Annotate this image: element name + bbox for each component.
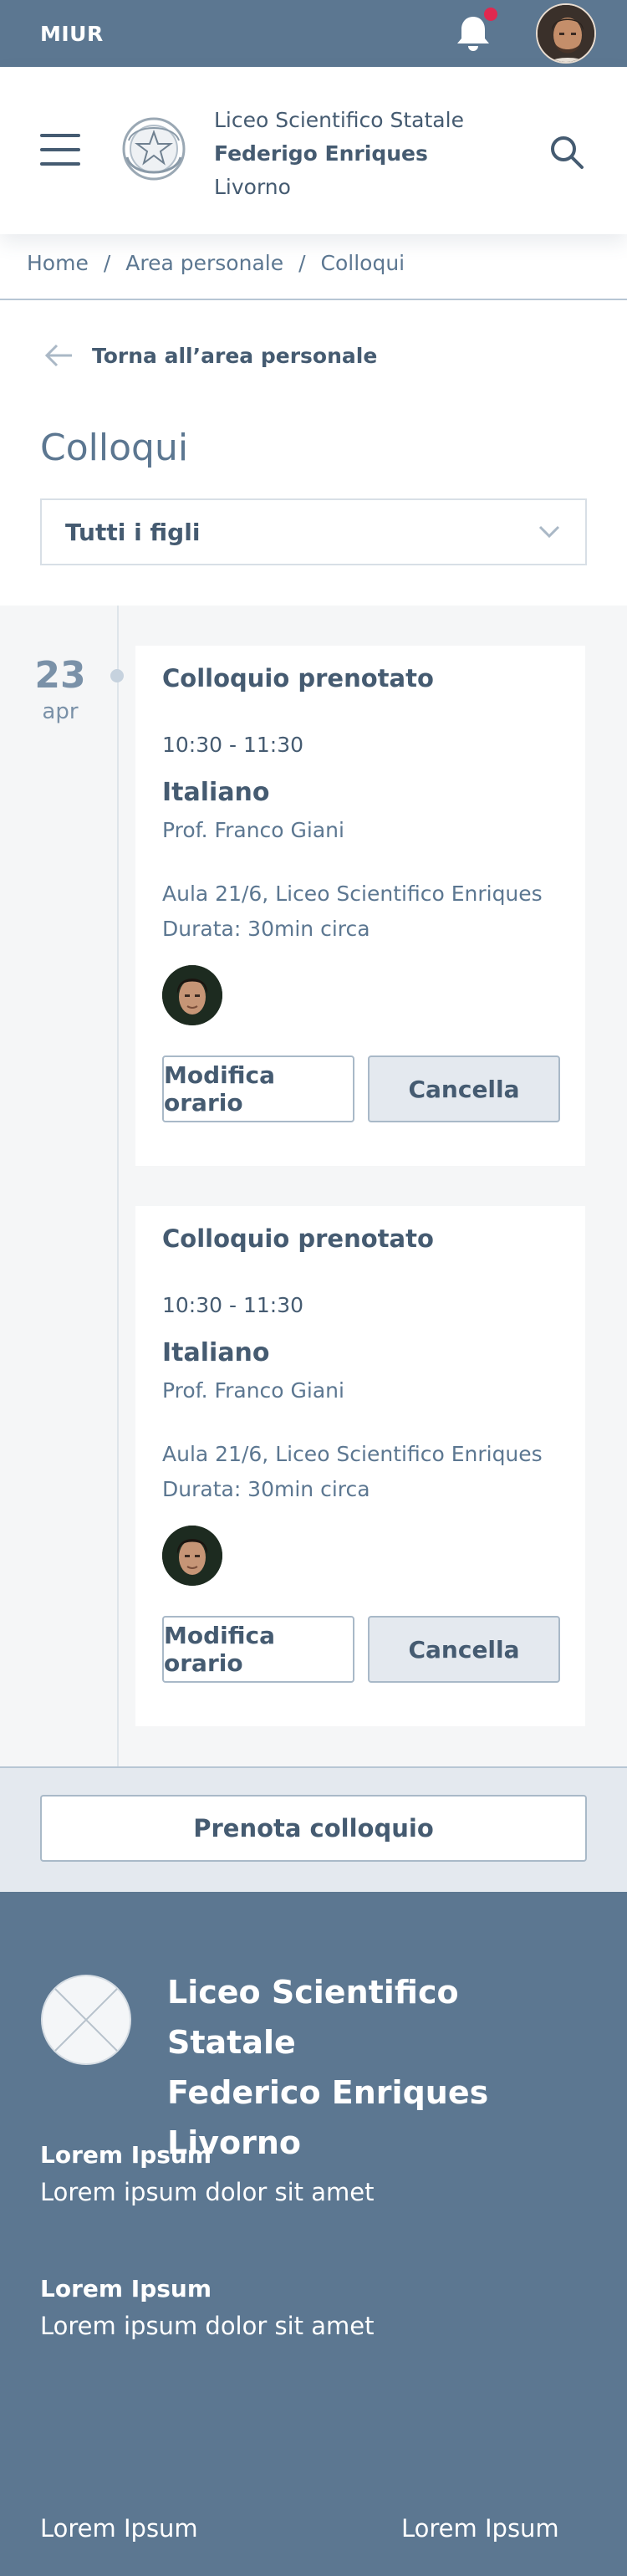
footer-section-heading: Lorem Ipsum — [40, 2275, 212, 2303]
edit-time-button[interactable]: Modifica orario — [162, 1616, 354, 1683]
date-day: 23 — [34, 654, 86, 697]
breadcrumb-home[interactable]: Home — [27, 251, 89, 275]
school-name-line1: Liceo Scientifico Statale — [214, 108, 464, 132]
footer-section-text[interactable]: Lorem ipsum dolor sit amet — [40, 2178, 375, 2206]
logo-placeholder-icon — [40, 1974, 132, 2066]
footer-title-line1: Liceo Scientifico Statale — [167, 1974, 459, 2061]
menu-icon[interactable] — [40, 134, 80, 167]
breadcrumb-divider — [0, 299, 627, 300]
school-name-line2: Federigo Enriques — [214, 141, 428, 166]
cancel-appointment-button[interactable]: Cancella — [368, 1055, 560, 1122]
footer-title-line3: Livorno — [167, 2124, 302, 2161]
date-month: apr — [42, 699, 79, 724]
page-title: Colloqui — [40, 427, 189, 469]
appointment-duration: Durata: 30min circa — [162, 1477, 370, 1501]
school-name[interactable]: Liceo Scientifico Statale Federigo Enriq… — [214, 104, 464, 204]
top-bar: MIUR — [0, 0, 627, 67]
breadcrumb-area-personale[interactable]: Area personale — [125, 251, 283, 275]
notification-badge — [482, 5, 500, 23]
edit-time-button[interactable]: Modifica orario — [162, 1055, 354, 1122]
appointment-teacher: Prof. Franco Giani — [162, 818, 344, 842]
breadcrumb-separator: / — [298, 251, 306, 275]
back-link[interactable]: Torna all’area personale — [43, 343, 377, 368]
footer-school-name: Liceo Scientifico Statale Federico Enriq… — [167, 1967, 585, 2168]
appointment-teacher: Prof. Franco Giani — [162, 1378, 344, 1403]
breadcrumb: Home / Area personale / Colloqui — [27, 251, 405, 275]
footer-title-line2: Federico Enriques — [167, 2074, 489, 2111]
children-filter-select[interactable]: Tutti i figli — [40, 498, 587, 565]
footer-link-right[interactable]: Lorem Ipsum — [401, 2514, 559, 2543]
site-footer: Liceo Scientifico Statale Federico Enriq… — [0, 1892, 627, 2576]
appointment-room: Aula 21/6, Liceo Scientifico Enriques — [162, 1442, 543, 1466]
footer-section-text[interactable]: Lorem ipsum dolor sit amet — [40, 2312, 375, 2340]
back-link-label: Torna all’area personale — [92, 343, 378, 368]
book-appointment-button[interactable]: Prenota colloquio — [40, 1795, 587, 1862]
appointment-subject: Italiano — [162, 778, 270, 807]
appointment-status: Colloquio prenotato — [162, 1224, 434, 1253]
appointments-timeline: 23 apr Colloquio prenotato 10:30 - 11:30… — [0, 606, 627, 1766]
search-icon[interactable] — [547, 132, 587, 172]
breadcrumb-separator: / — [103, 251, 111, 275]
footer-section-heading: Lorem Ipsum — [40, 2141, 212, 2169]
footer-link-left[interactable]: Lorem Ipsum — [40, 2514, 198, 2543]
brand-label[interactable]: MIUR — [40, 22, 104, 46]
site-header: Liceo Scientifico Statale Federigo Enriq… — [0, 67, 627, 234]
arrow-left-icon — [44, 344, 72, 367]
teacher-avatar — [162, 965, 222, 1025]
teacher-avatar — [162, 1526, 222, 1586]
appointment-room: Aula 21/6, Liceo Scientifico Enriques — [162, 882, 543, 906]
appointment-status: Colloquio prenotato — [162, 664, 434, 693]
appointment-subject: Italiano — [162, 1338, 270, 1367]
appointment-time: 10:30 - 11:30 — [162, 1293, 304, 1317]
timeline-line — [117, 606, 119, 1766]
republic-emblem-icon — [117, 107, 191, 191]
school-name-line3: Livorno — [214, 175, 291, 199]
action-bar: Prenota colloquio — [0, 1766, 627, 1892]
user-avatar[interactable] — [536, 3, 596, 64]
children-filter-value: Tutti i figli — [65, 518, 201, 546]
cancel-appointment-button[interactable]: Cancella — [368, 1616, 560, 1683]
chevron-down-icon — [538, 525, 560, 539]
appointment-time: 10:30 - 11:30 — [162, 733, 304, 757]
appointment-card: Colloquio prenotato 10:30 - 11:30 Italia… — [135, 1206, 585, 1726]
appointment-card: Colloquio prenotato 10:30 - 11:30 Italia… — [135, 646, 585, 1166]
breadcrumb-current: Colloqui — [320, 251, 405, 275]
appointment-duration: Durata: 30min circa — [162, 917, 370, 941]
